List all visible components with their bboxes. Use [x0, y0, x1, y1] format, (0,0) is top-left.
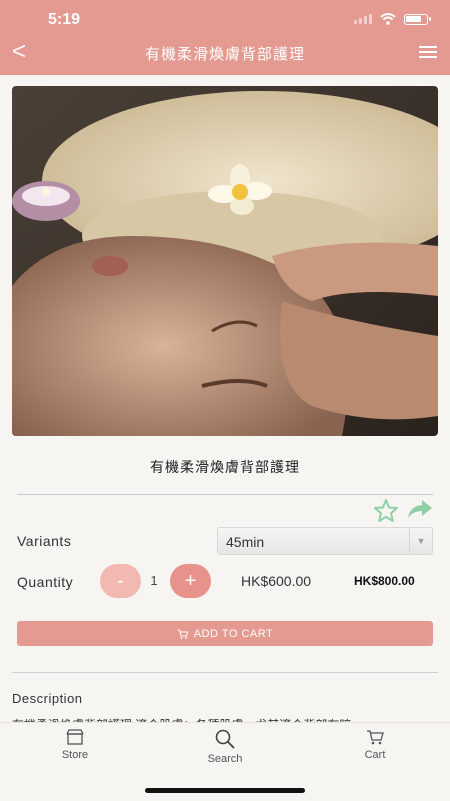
original-price: HK$800.00	[354, 574, 415, 588]
share-icon[interactable]	[407, 499, 433, 519]
store-icon	[66, 729, 84, 745]
tab-store-label: Store	[61, 749, 89, 761]
star-icon[interactable]	[373, 498, 399, 522]
status-icons	[354, 13, 431, 25]
add-to-cart-label: ADD TO CART	[193, 627, 274, 640]
cart-icon	[367, 730, 384, 745]
increase-quantity-button[interactable]: +	[170, 564, 211, 598]
tab-search-label: Search	[207, 753, 243, 765]
variant-select-value: 45min	[226, 534, 265, 550]
top-bar: 5:19 < 有機柔滑煥膚背部護理	[0, 0, 450, 75]
back-button[interactable]: <	[12, 38, 26, 66]
price: HK$600.00	[241, 573, 312, 589]
signal-icon	[354, 14, 372, 24]
tab-cart-label: Cart	[364, 749, 386, 761]
status-time: 5:19	[48, 11, 81, 28]
product-image	[12, 86, 438, 436]
hamburger-menu-icon[interactable]	[419, 46, 437, 61]
tab-cart[interactable]: Cart	[330, 729, 420, 761]
decrease-quantity-button[interactable]: -	[100, 564, 141, 598]
description-title: Description	[12, 691, 83, 706]
wifi-icon	[380, 13, 396, 25]
variant-select[interactable]: 45min ▼	[217, 527, 433, 555]
chevron-down-icon: ▼	[409, 528, 432, 554]
tab-search[interactable]: Search	[180, 729, 270, 765]
home-indicator	[145, 788, 305, 793]
variants-label: Variants	[17, 533, 72, 549]
search-icon	[215, 729, 235, 749]
tab-store[interactable]: Store	[30, 729, 120, 761]
divider	[12, 672, 438, 673]
battery-icon	[404, 13, 431, 25]
product-name: 有機柔滑煥膚背部護理	[150, 459, 300, 475]
add-to-cart-button[interactable]: ADD TO CART	[17, 621, 433, 646]
quantity-value: 1	[150, 573, 158, 588]
divider	[17, 494, 433, 495]
quantity-label: Quantity	[17, 574, 74, 590]
page-title: 有機柔滑煥膚背部護理	[144, 46, 305, 63]
cart-icon	[177, 629, 188, 639]
